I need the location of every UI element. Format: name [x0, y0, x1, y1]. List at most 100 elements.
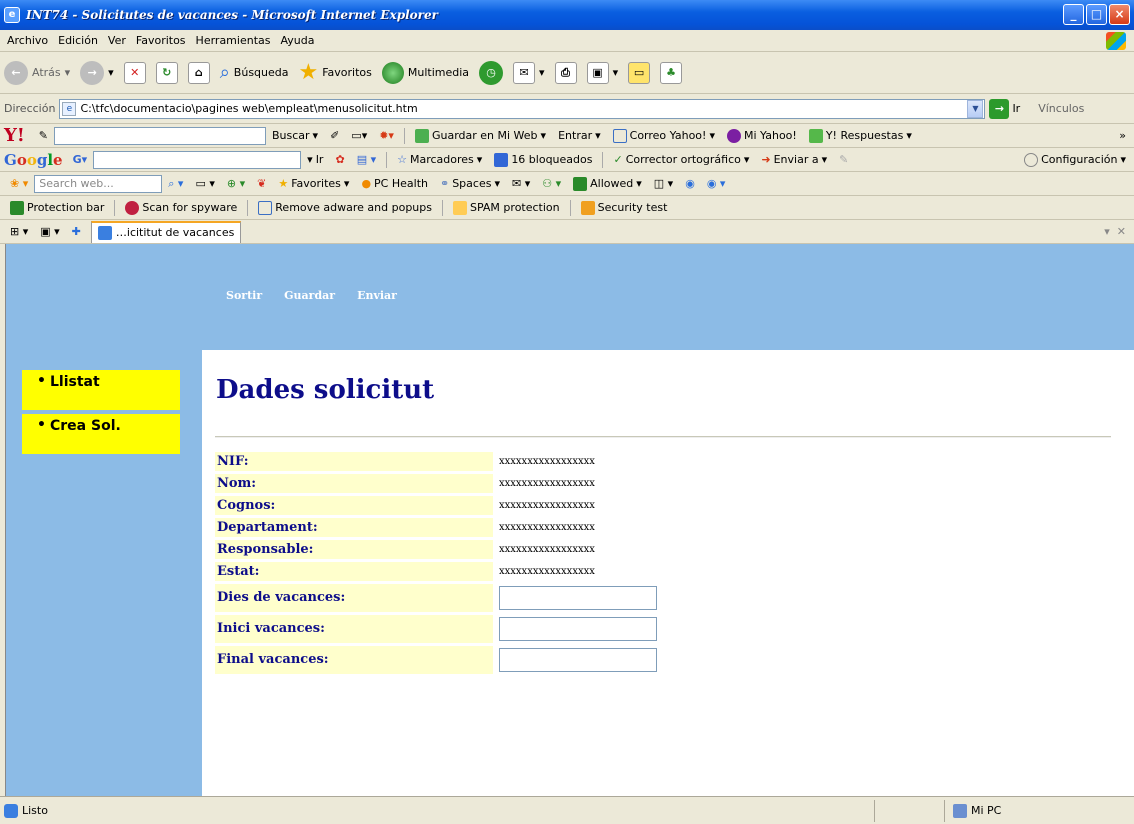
msn-spaces-button[interactable]: ⚭ Spaces ▾ — [440, 177, 500, 190]
minimize-button[interactable]: _ — [1063, 4, 1084, 25]
menu-herramientas[interactable]: Herramientas — [196, 34, 271, 47]
quick-tabs-icon[interactable]: ⊞ ▾ — [10, 225, 28, 238]
address-label: Dirección — [4, 102, 56, 115]
scan-spyware-button[interactable]: Scan for spyware — [125, 200, 237, 215]
msn-allowed-button[interactable]: Allowed ▾ — [573, 176, 642, 191]
msn-messenger-button[interactable]: ⚇ ▾ — [542, 177, 561, 190]
protection-bar-button[interactable]: Protection bar — [10, 200, 104, 215]
history-button[interactable]: ◷ — [479, 60, 504, 85]
menu-favoritos[interactable]: Favoritos — [136, 34, 186, 47]
menu-ayuda[interactable]: Ayuda — [280, 34, 314, 47]
msn-butterfly-icon[interactable]: ❀ ▾ — [10, 177, 28, 190]
yahoo-mi-yahoo-button[interactable]: Mi Yahoo! — [726, 128, 797, 143]
answers-icon — [808, 128, 823, 143]
yahoo-search-input[interactable] — [53, 126, 266, 145]
msn-games-icon[interactable]: ◉ — [685, 177, 695, 190]
yahoo-entrar-button[interactable]: Entrar ▾ — [558, 129, 601, 142]
close-button[interactable]: × — [1109, 4, 1130, 25]
google-search-input[interactable] — [93, 150, 302, 169]
msn-tabs-icon[interactable]: ▭ ▾ — [195, 177, 214, 190]
nom-label: Nom: — [215, 474, 493, 493]
msn-rss-button[interactable]: ◫ ▾ — [654, 177, 673, 190]
msn-search-button[interactable]: ⌕ ▾ — [168, 177, 183, 191]
messenger-button[interactable]: ♣ — [660, 61, 683, 84]
msn-mail-button[interactable]: ✉ ▾ — [512, 177, 530, 190]
google-configuracion-button[interactable]: Configuración ▾ — [1024, 152, 1126, 167]
google-pagerank-icon[interactable]: ▤ ▾ — [357, 153, 376, 166]
google-g-icon[interactable]: G▾ — [73, 153, 88, 166]
favorites-button[interactable]: ★ Favoritos — [299, 60, 372, 85]
status-zone-text: Mi PC — [971, 804, 1002, 817]
new-tab-icon[interactable]: ✚ — [72, 225, 81, 238]
msn-pc-health-button[interactable]: ● PC Health — [361, 177, 428, 190]
form-row-responsable: Responsable: xxxxxxxxxxxxxxxxx — [215, 540, 657, 559]
address-dropdown-icon[interactable]: ▼ — [967, 99, 984, 118]
google-marcadores-button[interactable]: ☆ Marcadores ▾ — [397, 153, 482, 166]
tab-active[interactable]: …icititut de vacances — [90, 220, 242, 243]
msn-search-input[interactable]: Search web... — [34, 174, 163, 193]
yahoo-correo-button[interactable]: Correo Yahoo! ▾ — [612, 128, 715, 143]
yahoo-popup-icon[interactable]: ▭▾ — [351, 129, 367, 142]
links-button[interactable]: Vínculos — [1038, 102, 1084, 115]
tab-controls[interactable]: ▾ ✕ — [1104, 225, 1126, 238]
go-button[interactable]: → Ir — [989, 98, 1020, 119]
final-vacances-input[interactable] — [499, 648, 657, 672]
departament-label: Departament: — [215, 518, 493, 537]
maximize-button[interactable]: □ — [1086, 4, 1107, 25]
yahoo-buscar-button[interactable]: Buscar ▾ — [272, 129, 318, 142]
window-titlebar: e INT74 - Solicitutes de vacances - Micr… — [0, 0, 1134, 30]
menu-edicion[interactable]: Edición — [58, 34, 98, 47]
google-highlight-icon[interactable]: ✎ — [839, 153, 848, 166]
refresh-button[interactable]: ↻ — [155, 61, 178, 84]
nav-guardar-link[interactable]: Guardar — [284, 289, 335, 302]
msn-favorites-button[interactable]: ★ Favorites ▾ — [278, 177, 349, 190]
side-item-llistat[interactable]: Llistat — [22, 370, 180, 410]
msn-help-button[interactable]: ◉ ▾ — [707, 177, 726, 190]
back-arrow-icon: ← — [4, 60, 28, 85]
forward-button[interactable]: → ▾ — [80, 60, 114, 85]
final-vacances-label: Final vacances: — [215, 646, 493, 674]
save-web-icon — [414, 128, 429, 143]
home-button[interactable]: ⌂ — [187, 61, 210, 84]
security-test-button[interactable]: Security test — [580, 200, 667, 215]
notes-button[interactable]: ▭ — [628, 61, 651, 84]
nav-enviar-link[interactable]: Enviar — [357, 289, 397, 302]
dies-vacances-label: Dies de vacances: — [215, 584, 493, 612]
side-item-crea-sol[interactable]: Crea Sol. — [22, 414, 180, 454]
favorites-label: Favoritos — [322, 66, 372, 79]
status-bar: Listo Mi PC — [0, 796, 1134, 824]
yahoo-guardar-button[interactable]: Guardar en Mi Web ▾ — [414, 128, 546, 143]
msn-toolbar: ❀ ▾ Search web... ⌕ ▾ ▭ ▾ ⊕ ▾ ❦ ★ Favorit… — [0, 172, 1134, 196]
spam-protection-button[interactable]: SPAM protection — [453, 200, 560, 215]
google-popup-blocker[interactable]: 16 bloqueados — [494, 152, 592, 167]
google-corrector-button[interactable]: ✓ Corrector ortográfico ▾ — [613, 153, 749, 166]
address-input[interactable]: e C:\tfc\documentacio\pagines web\emplea… — [59, 98, 986, 119]
pencil-icon[interactable]: ✎ — [39, 129, 48, 142]
stop-button[interactable]: ✕ — [123, 61, 146, 84]
multimedia-button[interactable]: Multimedia — [381, 61, 469, 84]
inici-vacances-input[interactable] — [499, 617, 657, 641]
menu-archivo[interactable]: Archivo — [7, 34, 48, 47]
edit-button[interactable]: ▣ ▾ — [586, 61, 618, 84]
tab-list-icon[interactable]: ▣ ▾ — [40, 225, 59, 238]
google-enviar-button[interactable]: ➜ Enviar a ▾ — [761, 153, 827, 166]
back-button[interactable]: ← Atrás ▾ — [4, 60, 70, 85]
google-ir-button[interactable]: ▾ Ir — [307, 153, 323, 166]
msn-butterfly-color-icon[interactable]: ❦ — [257, 177, 266, 190]
google-news-icon[interactable]: ✿ — [335, 153, 344, 166]
search-button[interactable]: ⌕ Búsqueda — [220, 62, 289, 83]
print-button[interactable]: ⎙ — [554, 61, 577, 84]
menu-ver[interactable]: Ver — [108, 34, 126, 47]
yahoo-respuestas-button[interactable]: Y! Respuestas ▾ — [808, 128, 912, 143]
print-icon: ⎙ — [554, 61, 577, 84]
dies-vacances-input[interactable] — [499, 586, 657, 610]
yahoo-antispy-icon[interactable]: ✹▾ — [379, 129, 394, 142]
spaces-icon: ⚭ — [439, 177, 450, 190]
remove-adware-button[interactable]: Remove adware and popups — [258, 200, 432, 215]
yahoo-highlight-icon[interactable]: ✐ — [330, 129, 339, 142]
msn-add-icon[interactable]: ⊕ ▾ — [227, 177, 245, 190]
yahoo-more-chevron-icon[interactable]: » — [1119, 129, 1126, 142]
nav-sortir-link[interactable]: Sortir — [226, 289, 262, 302]
status-zone-pane: Mi PC — [944, 799, 1134, 822]
mail-button[interactable]: ✉ ▾ — [513, 61, 545, 84]
